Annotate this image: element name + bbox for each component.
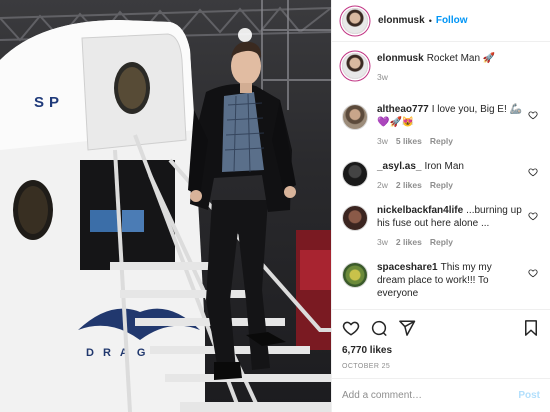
comment-age[interactable]: 2w: [377, 179, 388, 192]
comment-composer: Post: [332, 378, 550, 412]
follow-button[interactable]: Follow: [436, 15, 468, 26]
reply-button[interactable]: Reply: [430, 135, 453, 148]
comment-username[interactable]: _asyl.as_: [377, 161, 422, 172]
comment-icon[interactable]: [370, 319, 388, 337]
post-date[interactable]: OCTOBER 25: [332, 357, 550, 378]
comment-username[interactable]: altheao777: [377, 104, 429, 115]
comment-item: altheao777 I love you, Big E! 🦾💜🚀😻 3w 5 l…: [342, 103, 540, 148]
caption-age[interactable]: 3w: [377, 71, 388, 84]
comment-likes[interactable]: 5 likes: [396, 135, 422, 148]
bookmark-icon[interactable]: [522, 319, 540, 337]
svg-text:DRAG: DRAG: [86, 347, 154, 359]
comment-item: nickelbackfan4life ...burning up his fuse…: [342, 204, 540, 249]
comment-item: _asyl.as_ Iron Man 2w 2 likes Reply: [342, 160, 540, 192]
author-avatar[interactable]: [342, 7, 368, 34]
comments-list[interactable]: elonmusk Rocket Man 🚀 3w altheao777 I love…: [332, 42, 550, 309]
reply-button[interactable]: Reply: [430, 179, 453, 192]
action-bar: [332, 309, 550, 345]
instagram-post: SP DRAG elonmusk • Follow elonmusk Rocke…: [0, 0, 550, 412]
commenter-avatar[interactable]: [342, 262, 368, 288]
post-photo[interactable]: SP DRAG: [0, 0, 331, 412]
caption-avatar[interactable]: [342, 53, 368, 79]
comment-username[interactable]: spaceshare1: [377, 262, 438, 273]
likes-count[interactable]: 6,770 likes: [332, 345, 550, 357]
post-sidebar: elonmusk • Follow elonmusk Rocket Man 🚀 3…: [331, 0, 550, 412]
comment-item: spaceshare1 This my my dream place to wor…: [342, 261, 540, 300]
post-comment-button[interactable]: Post: [518, 390, 540, 401]
photo-illustration: SP DRAG: [0, 0, 331, 412]
commenter-avatar[interactable]: [342, 104, 368, 130]
like-comment-heart-icon[interactable]: [528, 211, 538, 221]
comment-username[interactable]: nickelbackfan4life: [377, 205, 463, 216]
comment-likes[interactable]: 2 likes: [396, 236, 422, 249]
heart-icon[interactable]: [342, 319, 360, 337]
caption-username[interactable]: elonmusk: [377, 53, 424, 64]
post-header: elonmusk • Follow: [332, 0, 550, 42]
commenter-avatar[interactable]: [342, 205, 368, 231]
comment-age[interactable]: 3w: [377, 236, 388, 249]
commenter-avatar[interactable]: [342, 161, 368, 187]
comment-likes[interactable]: 2 likes: [396, 179, 422, 192]
share-icon[interactable]: [398, 319, 416, 337]
caption-text: Rocket Man 🚀: [426, 53, 496, 64]
comment-input[interactable]: [342, 390, 519, 401]
caption: elonmusk Rocket Man 🚀 3w: [342, 52, 540, 84]
author-username[interactable]: elonmusk: [378, 15, 425, 26]
comment-age[interactable]: 3w: [377, 135, 388, 148]
like-comment-heart-icon[interactable]: [528, 268, 538, 278]
separator-dot: •: [428, 15, 432, 26]
reply-button[interactable]: Reply: [430, 236, 453, 249]
like-comment-heart-icon[interactable]: [528, 110, 538, 120]
svg-text:SP: SP: [34, 94, 64, 111]
comment-text: Iron Man: [424, 161, 464, 172]
like-comment-heart-icon[interactable]: [528, 167, 538, 177]
